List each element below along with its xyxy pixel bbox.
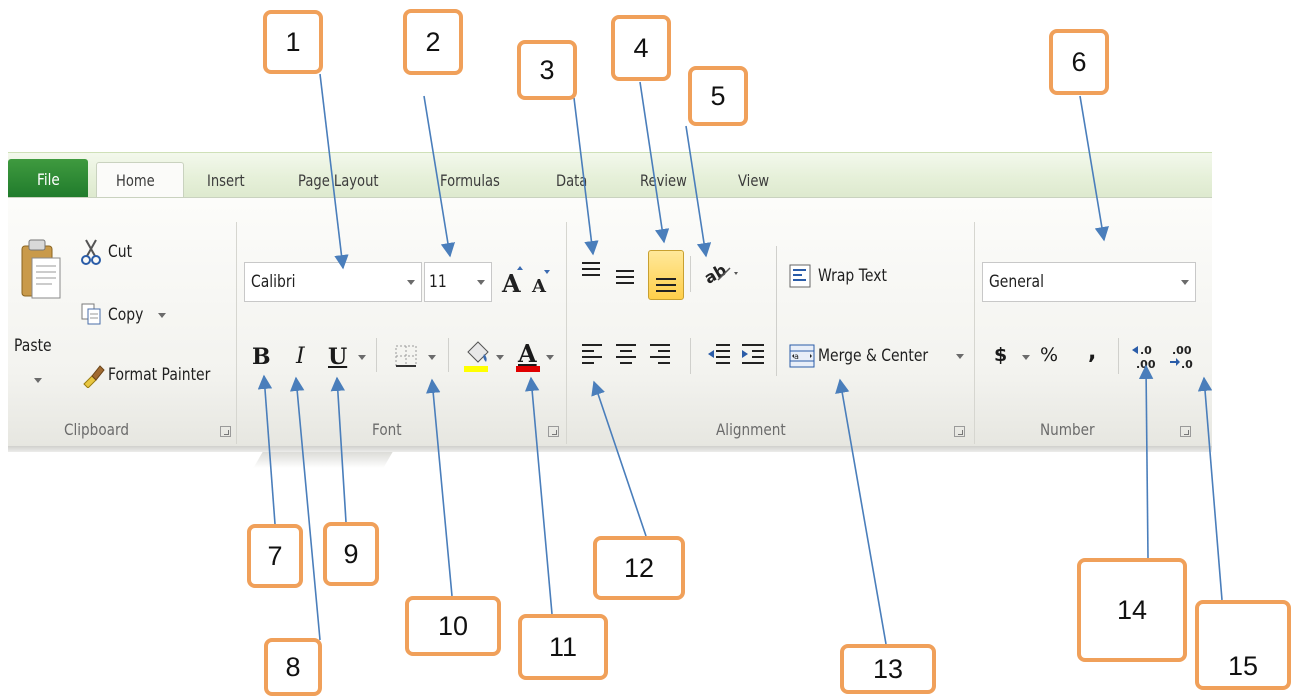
callout-11: 11 (518, 614, 608, 680)
arrow-13 (835, 378, 887, 645)
arrow-1 (319, 73, 349, 270)
arrow-6 (1079, 95, 1109, 242)
callout-15: 15 (1195, 600, 1291, 690)
callout-1: 1 (263, 10, 323, 74)
callout-8: 8 (264, 638, 322, 696)
callout-14: 14 (1077, 558, 1187, 662)
callout-9: 9 (323, 522, 379, 586)
callout-4: 4 (611, 15, 671, 81)
arrow-12 (591, 380, 647, 537)
arrow-4 (639, 81, 670, 244)
arrow-10 (426, 378, 453, 597)
callout-10: 10 (405, 596, 501, 656)
arrow-14 (1138, 364, 1154, 559)
arrow-11 (524, 376, 553, 615)
callout-12: 12 (593, 536, 685, 600)
arrow-9 (330, 376, 347, 523)
callout-7: 7 (247, 524, 303, 588)
arrow-3 (573, 97, 599, 256)
arrow-8 (290, 376, 321, 641)
arrow-5 (685, 125, 712, 258)
callout-13: 13 (840, 644, 936, 694)
arrow-7 (257, 374, 276, 525)
callout-5: 5 (688, 66, 748, 126)
callout-3: 3 (517, 40, 577, 100)
callout-2: 2 (403, 9, 463, 75)
arrow-2 (423, 95, 456, 258)
callout-6: 6 (1049, 29, 1109, 95)
arrow-15 (1197, 376, 1223, 601)
